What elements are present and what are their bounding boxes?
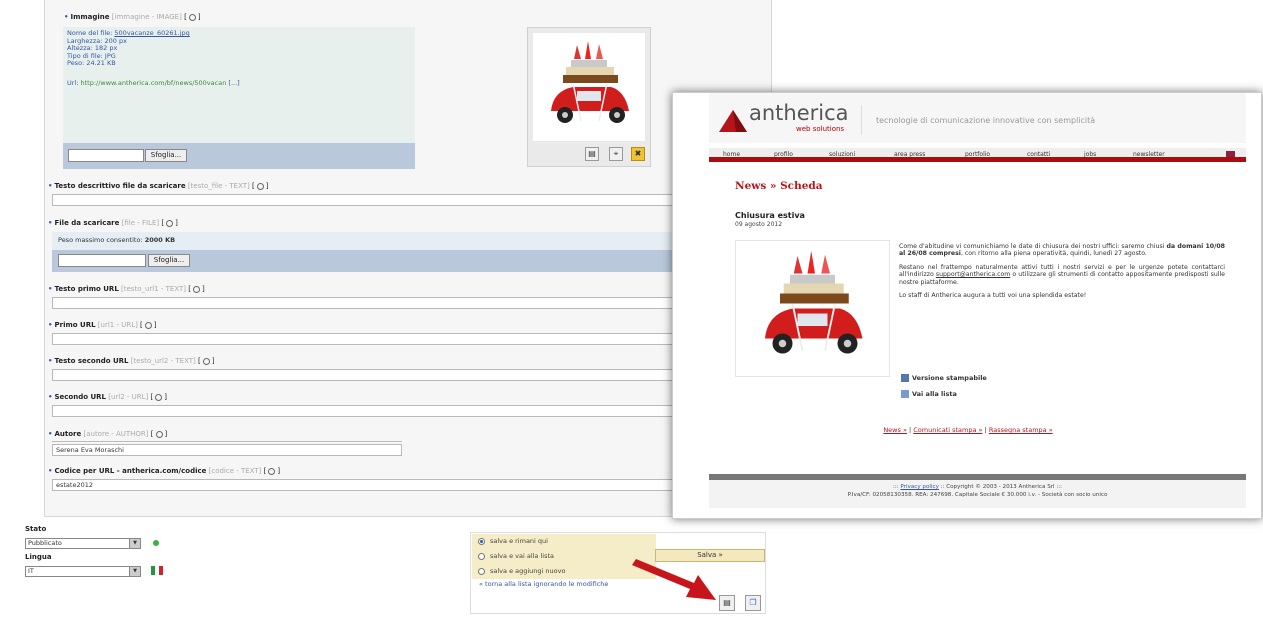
radio-selected-icon — [478, 538, 485, 545]
image-info-box: Nome del file: 500vacanze_60261.jpg Larg… — [63, 27, 415, 143]
image-thumbnail-box: ▤ ⌖ ✖ — [527, 27, 651, 167]
autore-input[interactable]: Serena Eva Moraschi — [52, 444, 402, 456]
info-icon[interactable] — [188, 13, 196, 21]
codice-input[interactable]: estate2012 — [52, 479, 674, 491]
cancel-link[interactable]: « torna alla lista ignorando le modifich… — [479, 580, 608, 588]
red-arrow-icon — [632, 559, 716, 600]
info-icon[interactable] — [155, 393, 163, 401]
car-with-luggage-image — [765, 251, 863, 354]
site-footer: ::: Privacy policy :: Copyright © 2003 -… — [709, 480, 1246, 508]
image-url: http://www.antherica.com/bf/news/500vaca… — [80, 78, 227, 87]
info-icon[interactable] — [193, 285, 201, 293]
save-panel: salva e rimani qui salva e vai alla list… — [470, 532, 766, 614]
antherica-logo-icon — [719, 110, 747, 132]
testo-url1-input[interactable] — [52, 297, 674, 309]
back-to-list-link[interactable]: Vai alla lista — [901, 390, 957, 398]
nav-home[interactable]: home — [723, 151, 740, 158]
site-logo[interactable]: antherica — [749, 101, 849, 125]
field-label-immagine: • Immagine [immagine - IMAGE] [] — [64, 13, 201, 21]
status-green-dot-icon — [153, 540, 159, 546]
divider — [52, 441, 402, 442]
field-label-url2: • Secondo URL [url2 - URL] [] — [48, 393, 167, 401]
rassegna-link[interactable]: Rassegna stampa » — [989, 426, 1053, 434]
field-label-testo-file: • Testo descrittivo file da scaricare [te… — [48, 182, 269, 190]
car-with-luggage-image — [551, 41, 629, 123]
article-paragraph: Lo staff di Antherica augura a tutti voi… — [899, 292, 1087, 300]
duplicate-icon[interactable]: ❐ — [745, 595, 761, 611]
news-link[interactable]: News » — [883, 426, 907, 434]
url2-input[interactable] — [52, 405, 674, 417]
chevron-down-icon: ▼ — [129, 567, 140, 576]
print-icon[interactable]: ▤ — [585, 147, 599, 161]
file-size-info: Peso massimo consentito: 2000 KB — [52, 232, 674, 250]
website-preview-window: antherica web solutions tecnologie di co… — [672, 92, 1262, 519]
chevron-down-icon: ▼ — [129, 539, 140, 548]
url1-input[interactable] — [52, 333, 674, 345]
info-icon[interactable] — [155, 430, 163, 438]
file-browse-button[interactable]: Sfoglia... — [148, 254, 190, 267]
image-thumbnail — [533, 33, 645, 141]
info-icon[interactable] — [144, 321, 152, 329]
crop-icon[interactable]: ⌖ — [609, 147, 623, 161]
nav-area-press[interactable]: area press — [894, 151, 925, 158]
file-upload-bar: Sfoglia... — [52, 250, 674, 272]
comunicati-link[interactable]: Comunicati stampa » — [913, 426, 982, 434]
testo-url2-input[interactable] — [52, 369, 674, 381]
nav-jobs[interactable]: jobs — [1084, 151, 1096, 158]
article-paragraph: Come d'abitudine vi comunichiamo le date… — [899, 243, 1225, 258]
divider — [861, 105, 862, 135]
nav-contatti[interactable]: contatti — [1027, 151, 1050, 158]
article-date: 09 agosto 2012 — [735, 221, 783, 228]
preview-icon[interactable]: ▤ — [719, 595, 735, 611]
article-body: Come d'abitudine vi comunichiamo le date… — [899, 243, 1225, 305]
field-label-file: • File da scaricare [file - FILE] [] — [48, 219, 178, 227]
info-icon[interactable] — [256, 182, 264, 190]
site-header: antherica web solutions tecnologie di co… — [709, 93, 1246, 143]
stato-select[interactable]: Pubblicato ▼ — [25, 538, 141, 549]
image-file-input[interactable] — [68, 149, 144, 162]
site-tagline: tecnologie di comunicazione innovative c… — [876, 116, 1096, 125]
article-image — [735, 240, 890, 377]
field-label-autore: • Autore [autore - AUTHOR] [] — [48, 430, 168, 438]
field-label-testo-url1: • Testo primo URL [testo_url1 - TEXT] [] — [48, 285, 205, 293]
printer-icon — [901, 374, 909, 382]
nav-portfolio[interactable]: portfolio — [965, 151, 990, 158]
page-title: News » Scheda — [735, 180, 823, 192]
radio-icon — [478, 568, 485, 575]
radio-icon — [478, 553, 485, 560]
nav-newsletter[interactable]: newsletter — [1133, 151, 1165, 158]
info-icon[interactable] — [268, 467, 276, 475]
logo-subtitle: web solutions — [796, 125, 845, 133]
testo-file-input[interactable] — [52, 194, 674, 206]
lingua-label: Lingua — [25, 553, 52, 561]
privacy-policy-link[interactable]: Privacy policy — [900, 484, 939, 490]
info-icon[interactable] — [166, 219, 174, 227]
image-upload-bar: Sfoglia... — [63, 143, 415, 169]
site-nav: home profilo soluzioni area press portfo… — [709, 148, 1246, 162]
article-paragraph: Restano nel frattempo naturalmente attiv… — [899, 263, 1225, 286]
file-input[interactable] — [58, 254, 146, 267]
nav-profilo[interactable]: profilo — [774, 151, 793, 158]
field-label-codice: • Codice per URL - antherica.com/codice [… — [48, 467, 281, 475]
list-icon — [901, 390, 909, 398]
cms-editor: • Immagine [immagine - IMAGE] [] Nome del… — [12, 0, 777, 629]
stato-label: Stato — [25, 525, 47, 533]
lingua-select[interactable]: IT ▼ — [25, 566, 141, 577]
field-label-testo-url2: • Testo secondo URL [testo_url2 - TEXT] [… — [48, 357, 215, 365]
field-label-url1: • Primo URL [url1 - URL] [] — [48, 321, 157, 329]
image-browse-button[interactable]: Sfoglia... — [145, 149, 187, 162]
support-email-link[interactable]: support@antherica.com — [936, 271, 1010, 278]
print-version-link[interactable]: Versione stampabile — [901, 374, 987, 382]
nav-soluzioni[interactable]: soluzioni — [829, 151, 855, 158]
radio-salva-rimani[interactable]: salva e rimani qui — [472, 534, 656, 549]
delete-image-icon[interactable]: ✖ — [631, 147, 645, 161]
article-title: Chiusura estiva — [735, 211, 805, 220]
info-icon[interactable] — [202, 357, 210, 365]
uk-flag-icon[interactable] — [1226, 151, 1235, 157]
bottom-links: News » | Comunicati stampa » | Rassegna … — [883, 426, 1053, 434]
italy-flag-icon — [151, 566, 163, 575]
